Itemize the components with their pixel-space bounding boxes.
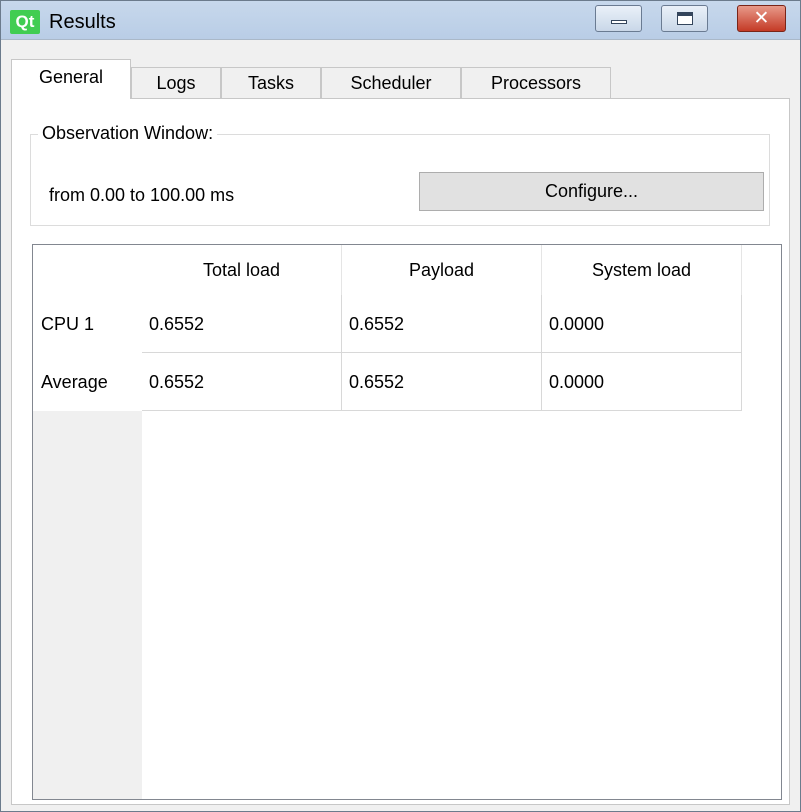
group-title: Observation Window: (38, 122, 218, 144)
configure-button[interactable]: Configure... (419, 172, 764, 211)
observation-window-group: Observation Window: from 0.00 to 100.00 … (30, 122, 770, 226)
table-cell[interactable]: 0.0000 (542, 353, 742, 411)
tab-bar: General Logs Tasks Scheduler Processors (1, 59, 800, 99)
table-cell[interactable]: 0.6552 (342, 295, 542, 353)
minimize-icon (611, 20, 627, 24)
minimize-button[interactable] (595, 5, 642, 32)
tab-scheduler[interactable]: Scheduler (321, 67, 461, 99)
column-header-total-load[interactable]: Total load (142, 245, 342, 295)
maximize-icon (677, 12, 693, 25)
observation-range-text: from 0.00 to 100.00 ms (49, 185, 235, 205)
tab-tasks[interactable]: Tasks (221, 67, 321, 99)
results-window: Qt Results ✕ General Logs Tasks Schedule… (0, 0, 801, 812)
column-header-payload[interactable]: Payload (342, 245, 542, 295)
window-title: Results (49, 11, 116, 33)
row-header-cpu-1[interactable]: CPU 1 (33, 295, 142, 353)
tab-logs[interactable]: Logs (131, 67, 221, 99)
table-cell[interactable]: 0.6552 (142, 295, 342, 353)
close-button[interactable]: ✕ (737, 5, 786, 32)
table-cell[interactable]: 0.6552 (142, 353, 342, 411)
table-cell[interactable]: 0.0000 (542, 295, 742, 353)
title-bar[interactable]: Qt Results ✕ (1, 1, 800, 40)
column-header-system-load[interactable]: System load (542, 245, 742, 295)
qt-logo-icon: Qt (10, 10, 40, 34)
tab-general[interactable]: General (11, 59, 131, 99)
results-table[interactable]: Total load Payload System load CPU 1 0.6… (32, 244, 782, 800)
table-corner (33, 245, 142, 295)
maximize-button[interactable] (661, 5, 708, 32)
table-cell[interactable]: 0.6552 (342, 353, 542, 411)
general-tab-panel: Observation Window: from 0.00 to 100.00 … (11, 98, 790, 805)
close-icon: ✕ (753, 8, 770, 29)
tab-processors[interactable]: Processors (461, 67, 611, 99)
row-header-average[interactable]: Average (33, 353, 142, 411)
